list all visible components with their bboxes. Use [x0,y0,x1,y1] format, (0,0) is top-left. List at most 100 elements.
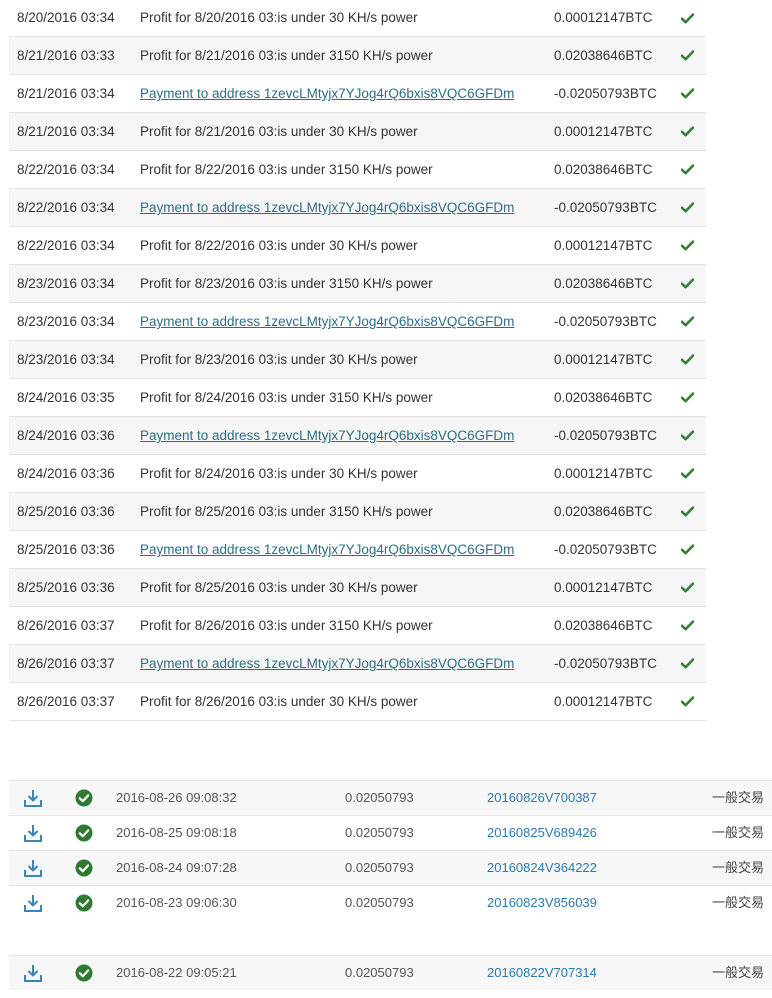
transaction-row: 2016-08-26 09:08:32 0.02050793 20160826V70… [9,780,772,815]
check-icon [681,531,695,568]
ledger-description: Profit for 8/25/2016 03:is under 3150 KH… [140,504,433,519]
ledger-description: Profit for 8/23/2016 03:is under 3150 KH… [140,276,433,291]
check-icon [681,379,695,416]
ledger-row: 8/22/2016 03:34 Profit for 8/22/2016 03:i… [9,227,706,265]
ledger-amount: 0.00012147BTC [554,694,653,709]
transaction-time: 2016-08-22 09:05:21 [116,965,237,980]
ledger-date: 8/26/2016 03:37 [17,618,115,633]
ledger-date: 8/20/2016 03:34 [17,10,115,25]
ledger-date: 8/25/2016 03:36 [17,542,115,557]
ledger-date: 8/24/2016 03:35 [17,390,115,405]
ledger-amount: 0.02038646BTC [554,618,653,633]
ledger-description: Profit for 8/20/2016 03:is under 30 KH/s… [140,10,418,25]
transaction-type: 一般交易 [712,860,765,875]
ledger-row: 8/25/2016 03:36 Profit for 8/25/2016 03:i… [9,493,706,531]
ledger-row: 8/23/2016 03:34 Profit for 8/23/2016 03:i… [9,341,706,379]
ledger-row: 8/20/2016 03:34 Profit for 8/20/2016 03:i… [9,0,706,37]
transaction-type: 一般交易 [712,965,765,980]
payment-address-link[interactable]: Payment to address 1zevcLMtyjx7YJog4rQ6b… [140,303,514,340]
ledger-amount: 0.00012147BTC [554,352,653,367]
check-icon [681,151,695,188]
ledger-amount: 0.00012147BTC [554,124,653,139]
check-circle-icon [75,851,93,885]
ledger-amount: 0.00012147BTC [554,10,653,25]
download-icon[interactable] [23,816,45,850]
check-icon [681,113,695,150]
transaction-row: 2016-08-25 09:08:18 0.02050793 20160825V68… [9,815,772,850]
transaction-type: 一般交易 [712,895,765,910]
check-icon [681,417,695,454]
download-icon[interactable] [23,956,45,990]
profit-ledger-table: 8/20/2016 03:34 Profit for 8/20/2016 03:i… [9,0,706,721]
check-icon [681,341,695,378]
payment-address-link[interactable]: Payment to address 1zevcLMtyjx7YJog4rQ6b… [140,189,514,226]
check-icon [681,683,695,720]
download-icon[interactable] [23,886,45,920]
transaction-row: 2016-08-24 09:07:28 0.02050793 20160824V36… [9,850,772,885]
ledger-amount: 0.02038646BTC [554,504,653,519]
check-circle-icon [75,816,93,850]
transaction-amount: 0.02050793 [345,860,414,875]
ledger-description: Profit for 8/26/2016 03:is under 30 KH/s… [140,694,418,709]
ledger-date: 8/26/2016 03:37 [17,656,115,671]
ledger-row: 8/25/2016 03:36 Profit for 8/25/2016 03:i… [9,569,706,607]
payment-address-link[interactable]: Payment to address 1zevcLMtyjx7YJog4rQ6b… [140,75,514,112]
ledger-amount: 0.02038646BTC [554,48,653,63]
ledger-amount: -0.02050793BTC [554,86,657,101]
payment-address-link[interactable]: Payment to address 1zevcLMtyjx7YJog4rQ6b… [140,417,514,454]
ledger-date: 8/24/2016 03:36 [17,466,115,481]
check-icon [681,189,695,226]
ledger-date: 8/21/2016 03:34 [17,86,115,101]
ledger-description: Profit for 8/22/2016 03:is under 30 KH/s… [140,238,418,253]
transaction-id-link[interactable]: 20160825V689426 [487,816,597,850]
download-icon[interactable] [23,781,45,815]
ledger-date: 8/25/2016 03:36 [17,580,115,595]
ledger-description: Profit for 8/22/2016 03:is under 3150 KH… [140,162,433,177]
check-icon [681,75,695,112]
payment-address-link[interactable]: Payment to address 1zevcLMtyjx7YJog4rQ6b… [140,645,514,682]
ledger-description: Profit for 8/24/2016 03:is under 3150 KH… [140,390,433,405]
check-icon [681,265,695,302]
ledger-date: 8/26/2016 03:37 [17,694,115,709]
ledger-date: 8/22/2016 03:34 [17,200,115,215]
check-icon [681,227,695,264]
transaction-id-link[interactable]: 20160822V707314 [487,956,597,990]
check-icon [681,645,695,682]
payment-address-link[interactable]: Payment to address 1zevcLMtyjx7YJog4rQ6b… [140,531,514,568]
check-circle-icon [75,886,93,920]
ledger-date: 8/22/2016 03:34 [17,162,115,177]
transaction-amount: 0.02050793 [345,965,414,980]
transactions-table: 2016-08-26 09:08:32 0.02050793 20160826V70… [9,780,772,990]
check-icon [681,0,695,37]
download-icon[interactable] [23,851,45,885]
ledger-row: 8/21/2016 03:34 Payment to address 1zevcL… [9,75,706,113]
ledger-row: 8/22/2016 03:34 Profit for 8/22/2016 03:i… [9,151,706,189]
ledger-date: 8/21/2016 03:34 [17,124,115,139]
ledger-description: Profit for 8/24/2016 03:is under 30 KH/s… [140,466,418,481]
transaction-amount: 0.02050793 [345,895,414,910]
ledger-amount: 0.00012147BTC [554,580,653,595]
check-icon [681,303,695,340]
transaction-id-link[interactable]: 20160823V856039 [487,886,597,920]
ledger-row: 8/23/2016 03:34 Profit for 8/23/2016 03:i… [9,265,706,303]
transaction-time: 2016-08-23 09:06:30 [116,895,237,910]
ledger-date: 8/23/2016 03:34 [17,276,115,291]
ledger-amount: 0.00012147BTC [554,466,653,481]
ledger-amount: -0.02050793BTC [554,428,657,443]
ledger-row: 8/24/2016 03:36 Profit for 8/24/2016 03:i… [9,455,706,493]
ledger-row: 8/25/2016 03:36 Payment to address 1zevcL… [9,531,706,569]
transaction-time: 2016-08-24 09:07:28 [116,860,237,875]
check-circle-icon [75,956,93,990]
ledger-amount: 0.00012147BTC [554,238,653,253]
transaction-type: 一般交易 [712,825,765,840]
ledger-date: 8/24/2016 03:36 [17,428,115,443]
ledger-date: 8/23/2016 03:34 [17,352,115,367]
check-circle-icon [75,781,93,815]
check-icon [681,37,695,74]
ledger-row: 8/26/2016 03:37 Profit for 8/26/2016 03:i… [9,683,706,721]
transaction-row: 2016-08-22 09:05:21 0.02050793 20160822V70… [9,955,772,990]
transaction-id-link[interactable]: 20160824V364222 [487,851,597,885]
transaction-id-link[interactable]: 20160826V700387 [487,781,597,815]
ledger-row: 8/21/2016 03:33 Profit for 8/21/2016 03:i… [9,37,706,75]
ledger-row: 8/26/2016 03:37 Payment to address 1zevcL… [9,645,706,683]
